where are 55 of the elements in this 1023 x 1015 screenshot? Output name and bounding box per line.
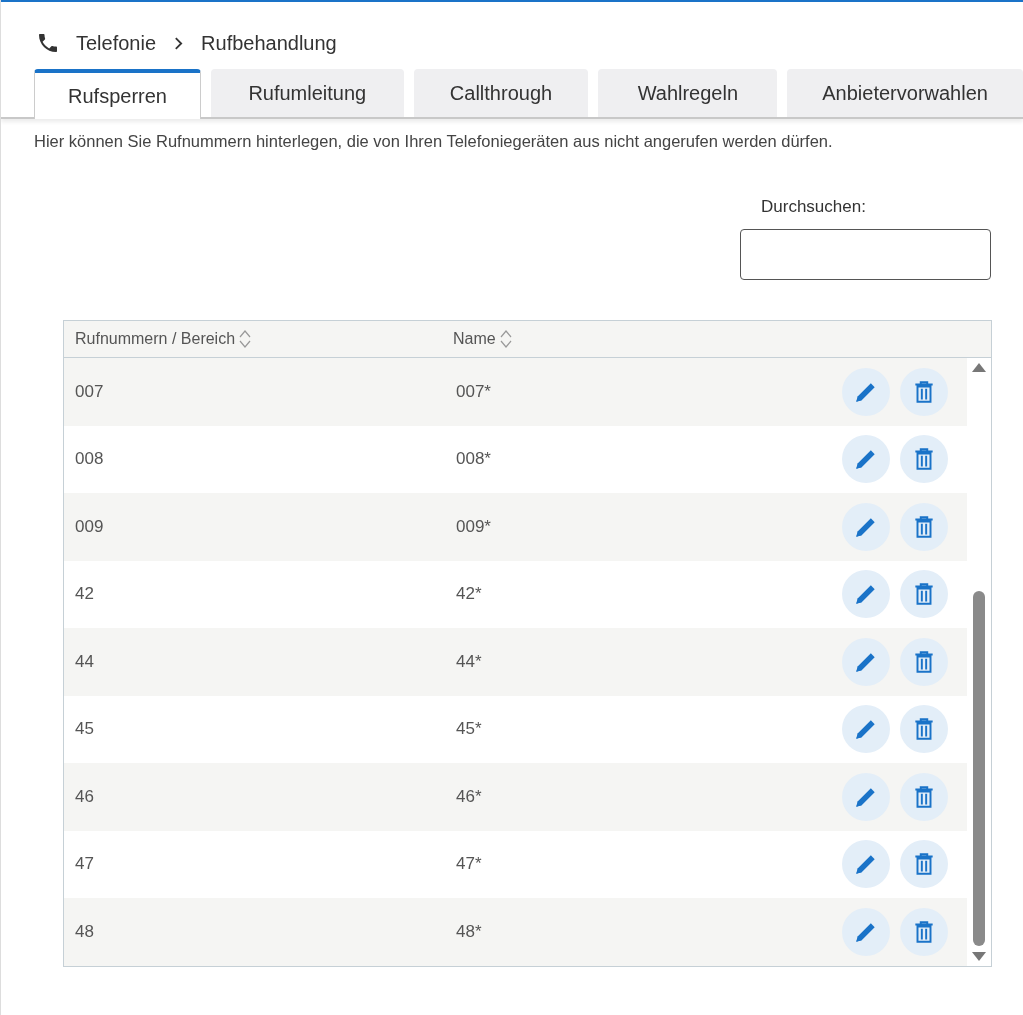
tab[interactable]: Rufsperren: [34, 69, 202, 119]
edit-button[interactable]: [842, 367, 890, 416]
search-field[interactable]: [740, 229, 991, 280]
edit-button[interactable]: [842, 772, 890, 821]
sort-icon[interactable]: [499, 329, 512, 349]
table-cell-text: 46: [75, 786, 95, 807]
chevron-icon: [174, 36, 184, 50]
table-cell-text: 44*: [456, 651, 483, 672]
table-cell-text: 42*: [456, 584, 483, 605]
breadcrumb-item[interactable]: Telefonie: [76, 31, 157, 55]
table-cell-text: 47*: [456, 854, 483, 875]
delete-button[interactable]: [900, 705, 948, 754]
sort-icon[interactable]: [239, 329, 252, 349]
edit-button[interactable]: [842, 705, 890, 754]
edit-button[interactable]: [842, 435, 890, 484]
table-cell-text: 47: [75, 854, 95, 875]
table-cell-text: 009*: [456, 516, 492, 537]
table-cell-text: 44: [75, 651, 95, 672]
table-cell-text: 007: [75, 381, 105, 402]
table-cell-text: 48: [75, 921, 95, 942]
tab[interactable]: Rufumleitung: [211, 69, 404, 117]
table-cell-text: 48*: [456, 921, 483, 942]
phone-icon: [36, 31, 60, 55]
tab[interactable]: Wahlregeln: [598, 69, 778, 117]
delete-button[interactable]: [900, 637, 948, 686]
search-label: Durchsuchen:: [761, 197, 866, 217]
tab[interactable]: Anbietervorwahlen: [787, 69, 1023, 117]
delete-button[interactable]: [900, 435, 948, 484]
column-header[interactable]: Name: [453, 329, 512, 349]
table-cell-text: 008: [75, 449, 105, 470]
breadcrumb-item: Rufbehandlung: [201, 31, 337, 55]
edit-button[interactable]: [842, 907, 890, 956]
scroll-down-icon[interactable]: [972, 951, 986, 962]
description-text: Hier können Sie Rufnummern hinterlegen, die von Ihren Telefoniegeräten aus nicht angerufen werden dürfen.: [34, 132, 834, 151]
table-cell-text: 007*: [456, 381, 492, 402]
table-cell-text: 008*: [456, 449, 492, 470]
delete-button[interactable]: [900, 570, 948, 619]
edit-button[interactable]: [842, 637, 890, 686]
delete-button[interactable]: [900, 907, 948, 956]
edit-button[interactable]: [842, 502, 890, 551]
tab[interactable]: Callthrough: [413, 69, 589, 117]
column-header[interactable]: Rufnummern / Bereich: [75, 329, 453, 349]
delete-button[interactable]: [900, 367, 948, 416]
edit-button[interactable]: [842, 840, 890, 889]
delete-button[interactable]: [900, 772, 948, 821]
delete-button[interactable]: [900, 502, 948, 551]
delete-button[interactable]: [900, 840, 948, 889]
scrollbar-thumb[interactable]: [973, 590, 985, 946]
table-cell-text: 45: [75, 719, 95, 740]
edit-button[interactable]: [842, 570, 890, 619]
table-cell-text: 009: [75, 516, 105, 537]
table-cell-text: 46*: [456, 786, 483, 807]
table-cell-text: 45*: [456, 719, 483, 740]
table-cell-text: 42: [75, 584, 95, 605]
scroll-up-icon[interactable]: [972, 362, 986, 372]
